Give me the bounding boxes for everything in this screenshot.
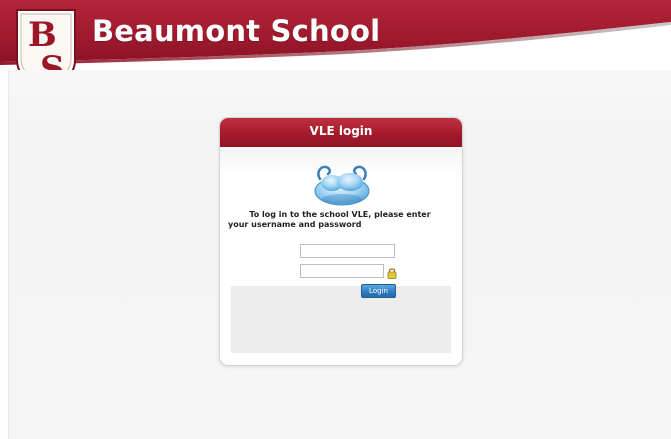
login-instructions: To log in to the school VLE, please ente… bbox=[228, 210, 454, 230]
left-gutter bbox=[0, 70, 8, 439]
password-input[interactable] bbox=[300, 264, 384, 278]
cloud-icon bbox=[310, 163, 374, 209]
username-input[interactable] bbox=[300, 244, 395, 258]
page: B S Beaumont School VLE login To log in … bbox=[0, 0, 671, 439]
login-button[interactable]: Login bbox=[361, 284, 396, 298]
login-panel-header: VLE login bbox=[220, 118, 462, 147]
login-panel: VLE login To log in to the school VLE, p… bbox=[219, 117, 463, 366]
instructions-line-2: your username and password bbox=[228, 220, 362, 229]
login-panel-title: VLE login bbox=[309, 124, 373, 138]
login-panel-lower-area bbox=[231, 286, 451, 353]
instructions-line-1: To log in to the school VLE, please ente… bbox=[249, 210, 431, 219]
site-title: Beaumont School bbox=[92, 14, 381, 48]
lock-icon bbox=[387, 267, 397, 279]
